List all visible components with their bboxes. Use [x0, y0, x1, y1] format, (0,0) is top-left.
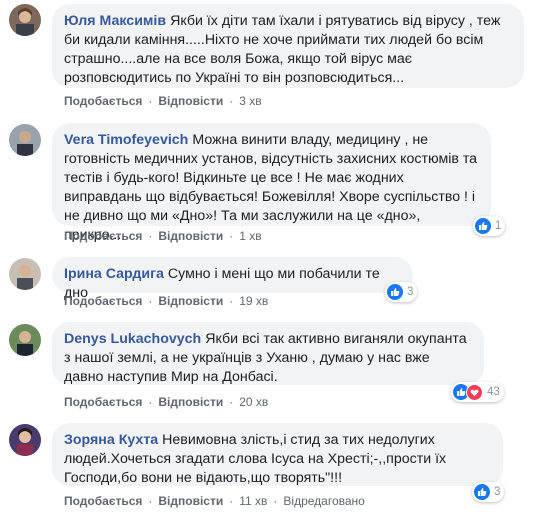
reaction-summary[interactable]: 43	[451, 382, 504, 402]
reaction-count: 3	[407, 286, 414, 298]
comment-bubble: Ірина Сардига Сумно і мені що ми побачили…	[52, 257, 413, 301]
reply-link[interactable]: Відповісти	[158, 395, 223, 409]
avatar[interactable]	[9, 424, 41, 456]
avatar-image	[9, 424, 41, 456]
comment-author[interactable]: Ірина Сардига	[64, 266, 164, 282]
comment-bubble: Vera Timofeyevich Можна винити владу, мед…	[52, 123, 491, 243]
comment-bubble: Зоряна Кухта Невимовна злість,і стид за т…	[52, 423, 503, 486]
comment-actions: Подобається · Відповісти · 20 хв	[64, 395, 269, 409]
avatar[interactable]	[9, 324, 41, 356]
comment-actions: Подобається · Відповісти · 11 хв · Відредагова…	[64, 494, 365, 508]
comment-actions: Подобається · Відповісти · 1 хв	[64, 229, 262, 243]
reaction-count: 1	[495, 220, 502, 232]
reaction-summary[interactable]: 3	[472, 482, 505, 502]
like-icon	[387, 284, 403, 300]
comment-actions: Подобається · Відповісти · 19 хв	[64, 294, 269, 308]
avatar-image	[9, 258, 41, 290]
reply-link[interactable]: Відповісти	[158, 229, 223, 243]
reply-link[interactable]: Відповісти	[158, 94, 223, 108]
reaction-count: 43	[487, 386, 500, 398]
avatar-image	[9, 324, 41, 356]
comment-time[interactable]: 20 хв	[239, 395, 268, 409]
comment-time[interactable]: 19 хв	[239, 294, 268, 308]
like-link[interactable]: Подобається	[64, 395, 142, 409]
like-link[interactable]: Подобається	[64, 229, 142, 243]
comment-time[interactable]: 1 хв	[239, 229, 261, 243]
comment-text: Можна винити владу, медицину , не готовн…	[64, 132, 478, 243]
reply-link[interactable]: Відповісти	[158, 494, 223, 508]
like-icon	[475, 218, 491, 234]
comment-author[interactable]: Зоряна Кухта	[64, 432, 158, 448]
reaction-summary[interactable]: 1	[473, 216, 506, 236]
comment-bubble: Юля Максимів Якби їх діти там їхали і рят…	[52, 4, 524, 88]
avatar[interactable]	[9, 4, 41, 36]
love-icon	[466, 383, 483, 401]
comment-time[interactable]: 11 хв	[239, 494, 267, 508]
reply-link[interactable]: Відповісти	[158, 294, 223, 308]
comment-actions: Подобається · Відповісти · 3 хв	[64, 94, 262, 108]
comment-bubble: Denys Lukachovych Якби всі так активно ви…	[52, 322, 484, 385]
like-link[interactable]: Подобається	[64, 494, 142, 508]
avatar[interactable]	[9, 258, 41, 290]
reaction-summary[interactable]: 3	[385, 282, 418, 302]
comment-time[interactable]: 3 хв	[239, 94, 261, 108]
comment-author[interactable]: Denys Lukachovych	[64, 331, 201, 347]
edited-label[interactable]: Відредаговано	[283, 494, 364, 508]
avatar-image	[9, 4, 41, 36]
avatar-image	[9, 124, 41, 156]
like-link[interactable]: Подобається	[64, 294, 142, 308]
reaction-count: 3	[494, 486, 501, 498]
like-icon	[474, 484, 490, 500]
like-link[interactable]: Подобається	[64, 94, 142, 108]
comment-author[interactable]: Юля Максимів	[64, 13, 166, 29]
avatar[interactable]	[9, 124, 41, 156]
comment-author[interactable]: Vera Timofeyevich	[64, 132, 188, 148]
